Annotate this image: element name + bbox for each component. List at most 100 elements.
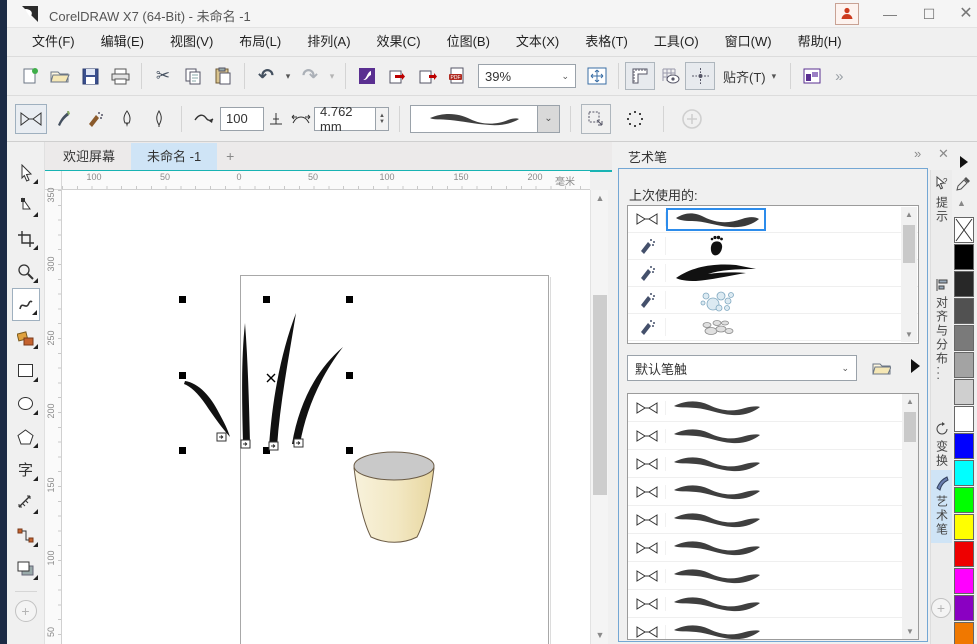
save-icon[interactable] [75, 62, 105, 90]
new-document-icon[interactable] [15, 62, 45, 90]
undo-icon[interactable]: ↶ [251, 62, 281, 90]
grass-blade-1[interactable] [184, 381, 230, 437]
shape-tool[interactable] [12, 189, 40, 222]
docker-tab-align-distribute[interactable]: 对齐与分布... [931, 278, 953, 382]
horizontal-ruler[interactable]: 10050050100150200 [62, 171, 590, 190]
stroke-list-item[interactable] [628, 422, 918, 450]
brush-stroke-icon[interactable] [47, 104, 79, 134]
add-docker-button[interactable]: + [931, 598, 951, 618]
menu-item[interactable]: 窗口(W) [712, 28, 785, 56]
recent-item-footprint[interactable] [628, 233, 918, 260]
redo-dropdown-icon[interactable]: ▾ [325, 62, 339, 90]
text-tool[interactable]: 字 [12, 453, 40, 486]
color-swatch[interactable] [954, 244, 974, 270]
stroke-list-item[interactable] [628, 506, 918, 534]
drawing-canvas[interactable] [62, 190, 590, 644]
smart-fill-tool[interactable] [12, 321, 40, 354]
docker-collapse-icon[interactable]: » [914, 146, 921, 161]
scroll-up-icon[interactable]: ▲ [902, 394, 918, 409]
connector-tool[interactable] [12, 519, 40, 552]
menu-item[interactable]: 排列(A) [294, 28, 363, 56]
menu-item[interactable]: 文件(F) [19, 28, 88, 56]
color-swatch[interactable] [954, 406, 974, 432]
menu-item[interactable]: 帮助(H) [785, 28, 855, 56]
color-swatch[interactable] [954, 487, 974, 513]
menu-item[interactable]: 效果(C) [364, 28, 434, 56]
paste-icon[interactable] [208, 62, 238, 90]
scale-stroke-with-object-icon[interactable] [581, 104, 611, 134]
toolbar-overflow-icon[interactable]: » [835, 68, 841, 85]
docker-tab-artistic-media[interactable]: 艺术笔 [931, 470, 953, 543]
full-screen-preview-icon[interactable] [582, 62, 612, 90]
zoom-tool[interactable] [12, 255, 40, 288]
ellipse-tool[interactable] [12, 387, 40, 420]
crop-tool[interactable] [12, 222, 40, 255]
scrollbar-thumb[interactable] [903, 225, 915, 263]
color-swatch[interactable] [954, 622, 974, 644]
import-icon[interactable] [382, 62, 412, 90]
stroke-preview-combo[interactable] [410, 105, 538, 133]
smoothing-slider-icon[interactable] [264, 104, 288, 134]
add-preset-icon[interactable] [676, 104, 708, 134]
application-launcher-icon[interactable] [797, 62, 827, 90]
print-icon[interactable] [105, 62, 135, 90]
recent-list-scrollbar[interactable]: ▲ ▼ [901, 207, 917, 342]
menu-item[interactable]: 位图(B) [434, 28, 503, 56]
smoothing-input[interactable]: 100 [220, 107, 264, 131]
docker-close-icon[interactable]: ✕ [938, 146, 949, 162]
scrollbar-thumb[interactable] [904, 412, 916, 442]
recent-item-stones[interactable] [628, 314, 918, 341]
docker-tab-transform[interactable]: 变换 [931, 422, 953, 468]
palette-flyout-icon[interactable] [960, 156, 968, 168]
scroll-up-icon[interactable]: ▲ [591, 190, 609, 207]
stroke-width-spinner[interactable]: ▲▼ [376, 107, 389, 131]
minimize-button[interactable]: — [873, 0, 907, 28]
rulers-toggle-icon[interactable] [625, 62, 655, 90]
color-swatch[interactable] [954, 595, 974, 621]
dimension-tool[interactable] [12, 486, 40, 519]
search-content-icon[interactable] [352, 62, 382, 90]
copy-icon[interactable] [178, 62, 208, 90]
menu-item[interactable]: 文本(X) [503, 28, 572, 56]
canvas-vertical-scrollbar[interactable]: ▲ ▼ [590, 190, 608, 644]
tab-welcome-screen[interactable]: 欢迎屏幕 [47, 143, 131, 170]
palette-scroll-up-icon[interactable]: ▲ [957, 198, 966, 208]
color-swatch[interactable] [954, 271, 974, 297]
publish-pdf-icon[interactable]: PDF [442, 62, 472, 90]
recent-item-bubbles[interactable] [628, 287, 918, 314]
stroke-preview-dropdown-icon[interactable]: ⌄ [538, 105, 560, 133]
scroll-up-icon[interactable]: ▲ [901, 207, 917, 222]
recent-item-swirl[interactable] [628, 206, 918, 233]
maximize-button[interactable]: ☐ [912, 0, 946, 28]
stroke-list-item[interactable] [628, 478, 918, 506]
sprayer-icon[interactable] [79, 104, 111, 134]
menu-item[interactable]: 布局(L) [226, 28, 294, 56]
cut-icon[interactable]: ✂ [148, 62, 178, 90]
rectangle-tool[interactable] [12, 354, 40, 387]
scroll-down-icon[interactable]: ▼ [901, 327, 917, 342]
snap-to-menu-button[interactable]: 贴齐(T) ▾ [715, 63, 784, 89]
open-icon[interactable] [45, 62, 75, 90]
new-document-tab-button[interactable]: + [217, 143, 243, 170]
polygon-tool[interactable] [12, 420, 40, 453]
stroke-list-item[interactable] [628, 534, 918, 562]
export-icon[interactable] [412, 62, 442, 90]
grid-toggle-icon[interactable] [655, 62, 685, 90]
stroke-list-item[interactable] [628, 450, 918, 478]
stroke-list-item[interactable] [628, 394, 918, 422]
color-swatch[interactable] [954, 541, 974, 567]
menu-item[interactable]: 工具(O) [641, 28, 712, 56]
preset-stroke-icon[interactable] [15, 104, 47, 134]
menu-item[interactable]: 视图(V) [157, 28, 226, 56]
redo-icon[interactable]: ↷ [295, 62, 325, 90]
stroke-category-combo[interactable]: 默认笔触 ⌄ [627, 355, 857, 381]
default-strokes-scrollbar[interactable]: ▲ ▼ [902, 394, 918, 639]
close-button[interactable]: ✕ [949, 0, 977, 28]
color-swatch[interactable] [954, 433, 974, 459]
color-swatch[interactable] [954, 325, 974, 351]
docker-flyout-icon[interactable] [911, 359, 920, 373]
undo-dropdown-icon[interactable]: ▾ [281, 62, 295, 90]
calligraphic-icon[interactable] [111, 104, 143, 134]
scroll-down-icon[interactable]: ▼ [591, 627, 609, 644]
drop-shadow-tool[interactable] [12, 552, 40, 585]
